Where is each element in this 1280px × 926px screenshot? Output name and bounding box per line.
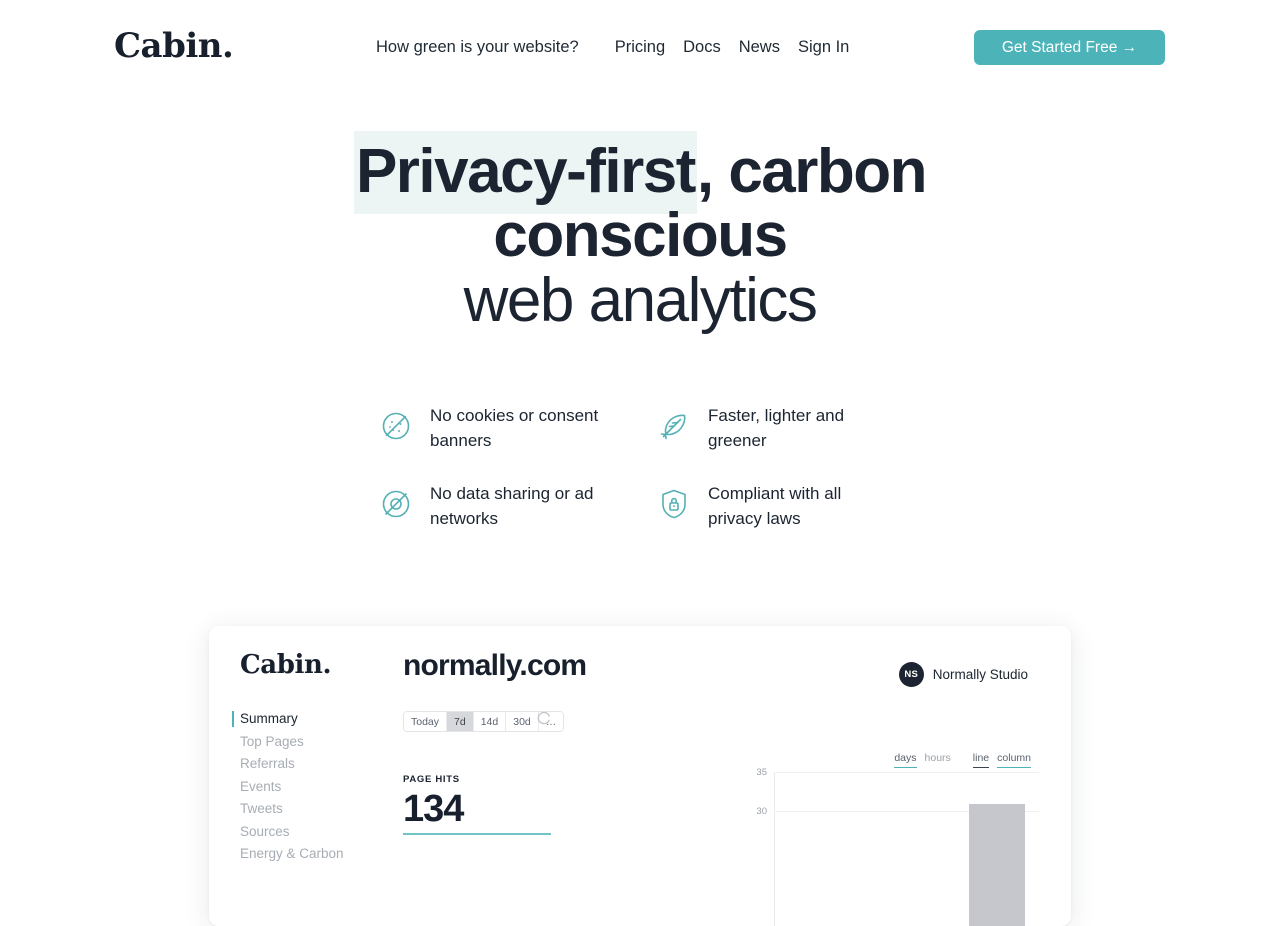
- sidebar-item-tweets[interactable]: Tweets: [209, 798, 374, 821]
- account-name: Normally Studio: [932, 667, 1028, 682]
- chart-gridline: [774, 772, 1039, 773]
- range-30d[interactable]: 30d: [506, 712, 539, 731]
- chart-ytick-30: 30: [756, 806, 767, 817]
- dashboard-menu: Summary Top Pages Referrals Events Tweet…: [209, 708, 374, 866]
- feature-no-data-sharing: No data sharing or ad networks: [378, 482, 656, 560]
- feature-no-cookies-label: No cookies or consent banners: [430, 406, 599, 450]
- feather-icon: [656, 408, 692, 444]
- page-hits-stat: PAGE HITS 134: [403, 774, 551, 835]
- feature-faster-greener: Faster, lighter and greener: [656, 404, 908, 482]
- chart-y-axis: [774, 772, 775, 926]
- page-hits-value: 134: [403, 788, 464, 830]
- sidebar-item-top-pages[interactable]: Top Pages: [209, 731, 374, 754]
- refresh-icon[interactable]: [536, 710, 552, 726]
- chart-bar: [969, 804, 1025, 926]
- hero-headline-line-3: web analytics: [463, 266, 818, 335]
- range-14d[interactable]: 14d: [473, 712, 507, 731]
- page-hits-chart: 35 30: [749, 766, 1039, 926]
- feature-no-cookies: No cookies or consent banners: [378, 404, 656, 482]
- range-today[interactable]: Today: [404, 712, 448, 731]
- account-chip[interactable]: NS Normally Studio: [898, 662, 1028, 687]
- nav-link-docs[interactable]: Docs: [665, 36, 721, 58]
- dashboard-main: normally.com NS Normally Studio Today 7d…: [374, 626, 1071, 926]
- get-started-free-button[interactable]: Get Started Free →: [974, 30, 1165, 65]
- hero-section: Privacy-first, carbon conscious web anal…: [0, 131, 1280, 335]
- hero-headline-line-1: Privacy-first, carbon: [0, 131, 1280, 214]
- feature-privacy-compliant: Compliant with all privacy laws: [656, 482, 908, 560]
- sidebar-item-events[interactable]: Events: [209, 776, 374, 799]
- chart-ytick-35: 35: [756, 767, 767, 778]
- page-hits-underline: [403, 833, 551, 835]
- feature-privacy-compliant-label: Compliant with all privacy laws: [708, 484, 842, 528]
- page-hits-label: PAGE HITS: [403, 774, 460, 785]
- nav-link-pricing[interactable]: Pricing: [597, 36, 665, 58]
- range-7d[interactable]: 7d: [447, 712, 474, 731]
- feature-faster-greener-label: Faster, lighter and greener: [708, 406, 845, 450]
- hero-headline-line-1-rest: , carbon: [696, 137, 928, 206]
- sidebar-item-summary[interactable]: Summary: [209, 708, 374, 731]
- dashboard-brand-logo: Cabin.: [240, 650, 332, 680]
- hero-headline-line-2: conscious: [493, 201, 788, 270]
- no-tracking-icon: [378, 486, 414, 522]
- brand-logo[interactable]: Cabin.: [114, 25, 234, 67]
- nav-links: How green is your website? Pricing Docs …: [376, 36, 849, 58]
- sidebar-item-energy-carbon[interactable]: Energy & Carbon: [209, 843, 374, 866]
- top-navigation: Cabin. How green is your website? Pricin…: [0, 0, 1280, 95]
- dashboard-preview-card: Cabin. Summary Top Pages Referrals Event…: [209, 626, 1071, 926]
- sidebar-item-sources[interactable]: Sources: [209, 821, 374, 844]
- shield-lock-icon: [656, 486, 692, 522]
- feature-list: No cookies or consent banners Faster, li…: [378, 404, 908, 560]
- feature-no-data-sharing-label: No data sharing or ad networks: [430, 484, 594, 528]
- no-cookies-icon: [378, 408, 414, 444]
- sidebar-item-referrals[interactable]: Referrals: [209, 753, 374, 776]
- nav-link-how-green[interactable]: How green is your website?: [376, 36, 597, 58]
- dashboard-site-title: normally.com: [403, 649, 587, 682]
- nav-link-news[interactable]: News: [721, 36, 780, 58]
- nav-link-sign-in[interactable]: Sign In: [780, 36, 849, 58]
- dashboard-sidebar: Cabin. Summary Top Pages Referrals Event…: [209, 626, 374, 926]
- avatar: NS: [898, 662, 924, 687]
